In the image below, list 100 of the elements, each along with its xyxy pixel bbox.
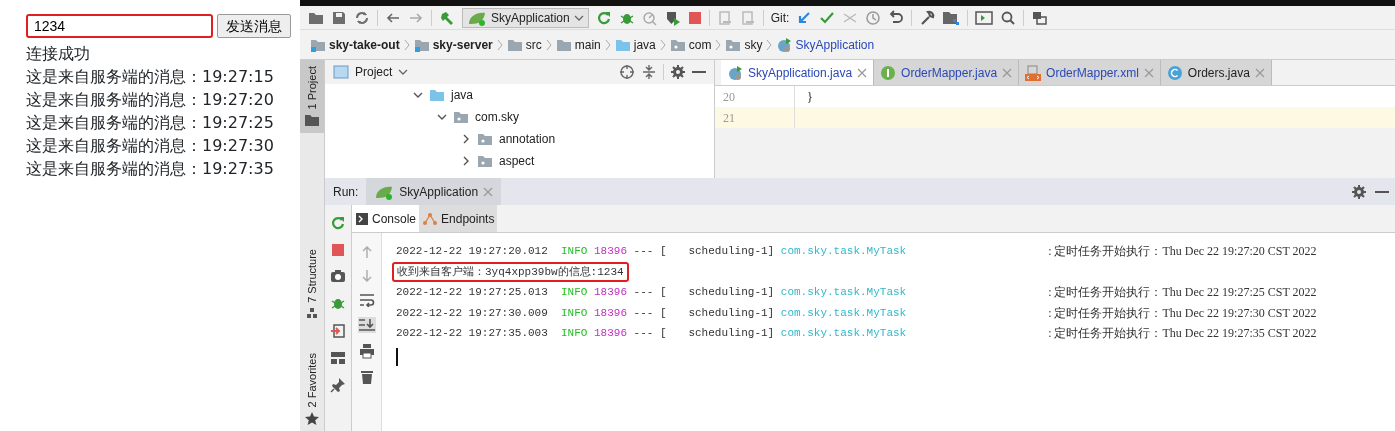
- log-level: INFO: [561, 285, 589, 300]
- send-button[interactable]: 发送消息: [217, 14, 291, 38]
- caret-icon[interactable]: [573, 13, 584, 22]
- minimize-icon[interactable]: [692, 70, 706, 74]
- line-number: 21: [723, 109, 735, 127]
- run-tab[interactable]: SkyApplication: [366, 178, 502, 205]
- tree-item[interactable]: annotation: [499, 130, 556, 148]
- console-tab[interactable]: Console: [352, 205, 420, 232]
- search-icon[interactable]: [1000, 9, 1017, 26]
- log-logger: com.sky.task.MyTask: [780, 244, 908, 259]
- log-pid: 18396: [594, 305, 629, 321]
- breadcrumb-item[interactable]: sky: [725, 35, 763, 54]
- breadcrumb-item[interactable]: SkyApplication: [776, 35, 875, 54]
- editor-tab[interactable]: SkyApplication.java: [721, 60, 875, 85]
- log-timestamp: 2022-12-22 19:27:30.009: [396, 305, 549, 321]
- interface-icon: [880, 64, 897, 81]
- log-message: : 定时任务开始执行：Thu Dec 22 19:27:25 CST 2022: [1048, 284, 1317, 301]
- log-separator: --- [: [633, 285, 668, 300]
- class-icon: [1166, 64, 1183, 81]
- log-level: INFO: [561, 244, 589, 259]
- breadcrumb-item[interactable]: com: [669, 35, 712, 54]
- structure-icon: [306, 307, 318, 320]
- class-run-icon: [727, 64, 743, 81]
- log-timestamp: 2022-12-22 19:27:35.003: [396, 326, 549, 341]
- log-level: INFO: [561, 326, 589, 341]
- locate-icon[interactable]: [619, 64, 635, 80]
- star-icon: [305, 411, 319, 425]
- chevron-icon: [545, 38, 552, 51]
- log-level: INFO: [561, 305, 589, 321]
- project-structure-icon[interactable]: [942, 9, 961, 26]
- console-tab[interactable]: Endpoints: [419, 205, 498, 232]
- log-logger: com.sky.task.MyTask: [780, 326, 908, 341]
- settings-icon[interactable]: [670, 64, 686, 80]
- chevron-icon: [766, 38, 773, 51]
- log-pid: 18396: [594, 244, 629, 259]
- dropdown-caret-icon[interactable]: [398, 68, 409, 76]
- editor-tab[interactable]: Orders.java: [1160, 60, 1272, 85]
- log-separator: --- [: [633, 305, 668, 321]
- run-window-icon[interactable]: [975, 9, 994, 26]
- hammer-icon[interactable]: [439, 9, 455, 26]
- log-pid: 18396: [594, 285, 629, 300]
- open-folder-icon: [308, 10, 324, 25]
- message-input[interactable]: 1234: [26, 14, 213, 38]
- tree-item[interactable]: java: [451, 86, 473, 104]
- message-line: 这是来自服务端的消息：19:27:30: [26, 135, 275, 157]
- close-tab-icon[interactable]: [857, 67, 868, 78]
- message-line: 这是来自服务端的消息：19:27:25: [26, 112, 275, 134]
- log-pid: 18396: [594, 326, 629, 341]
- soft-wrap-icon[interactable]: [358, 293, 375, 307]
- undo-icon[interactable]: [888, 9, 905, 26]
- save-icon[interactable]: [331, 9, 347, 26]
- scroll-to-end-icon[interactable]: [357, 317, 376, 333]
- print-icon[interactable]: [358, 343, 375, 359]
- tree-item[interactable]: com.sky: [475, 108, 519, 126]
- layout-icon[interactable]: [330, 351, 346, 365]
- xml-file-icon: [1025, 64, 1042, 81]
- rerun-icon[interactable]: [330, 215, 346, 231]
- trash-icon[interactable]: [359, 369, 374, 385]
- breadcrumb-item[interactable]: sky-take-out: [310, 35, 400, 54]
- chevron-icon: [496, 38, 503, 51]
- pin-icon[interactable]: [330, 377, 346, 393]
- history-icon[interactable]: [865, 9, 882, 26]
- tree-item[interactable]: aspect: [499, 152, 535, 170]
- package-icon: [725, 37, 742, 52]
- folder-icon: [614, 37, 631, 52]
- stop-icon[interactable]: [687, 10, 702, 25]
- exit-icon[interactable]: [330, 323, 346, 339]
- breadcrumb-item[interactable]: java: [614, 35, 656, 54]
- settings-icon[interactable]: [1351, 183, 1367, 200]
- update-arrow-icon[interactable]: [796, 9, 813, 26]
- tool-window-button[interactable]: 7 Structure: [300, 243, 324, 326]
- log-message: : 定时任务开始执行：Thu Dec 22 19:27:35 CST 2022: [1048, 325, 1317, 342]
- editor-tab[interactable]: OrderMapper.xml: [1019, 60, 1161, 85]
- package-icon: [453, 110, 469, 124]
- message-line: 这是来自服务端的消息：19:27:20: [26, 89, 275, 111]
- breadcrumb-item[interactable]: src: [506, 35, 542, 54]
- run-configuration-dropdown[interactable]: SkyApplication: [462, 7, 589, 28]
- stop-icon[interactable]: [331, 243, 345, 257]
- collapse-all-icon[interactable]: [641, 64, 657, 80]
- breadcrumb-item[interactable]: sky-server: [413, 35, 493, 54]
- rerun-icon[interactable]: [595, 9, 612, 26]
- editor-tab[interactable]: OrderMapper.java: [874, 60, 1020, 85]
- folder-icon: [304, 113, 320, 128]
- wrench-icon[interactable]: [919, 9, 936, 26]
- log-thread: scheduling-1]: [688, 244, 776, 259]
- folder-icon: [555, 37, 572, 52]
- tool-window-button[interactable]: 1 Project: [300, 60, 324, 134]
- sync-icon[interactable]: [354, 9, 370, 26]
- module-icon: [413, 37, 430, 52]
- package-icon: [477, 154, 493, 168]
- log-logger: com.sky.task.MyTask: [780, 305, 908, 321]
- chevron-icon: [715, 38, 722, 51]
- folder-icon: [429, 88, 445, 102]
- message-line: 这是来自服务端的消息：19:27:15: [26, 66, 275, 88]
- console-icon: [355, 211, 369, 226]
- camera-icon[interactable]: [330, 269, 346, 283]
- folder-icon: [506, 37, 523, 52]
- breadcrumb-item[interactable]: main: [555, 35, 601, 54]
- tool-window-button[interactable]: 2 Favorites: [300, 346, 324, 431]
- panel-title[interactable]: Project: [355, 63, 393, 81]
